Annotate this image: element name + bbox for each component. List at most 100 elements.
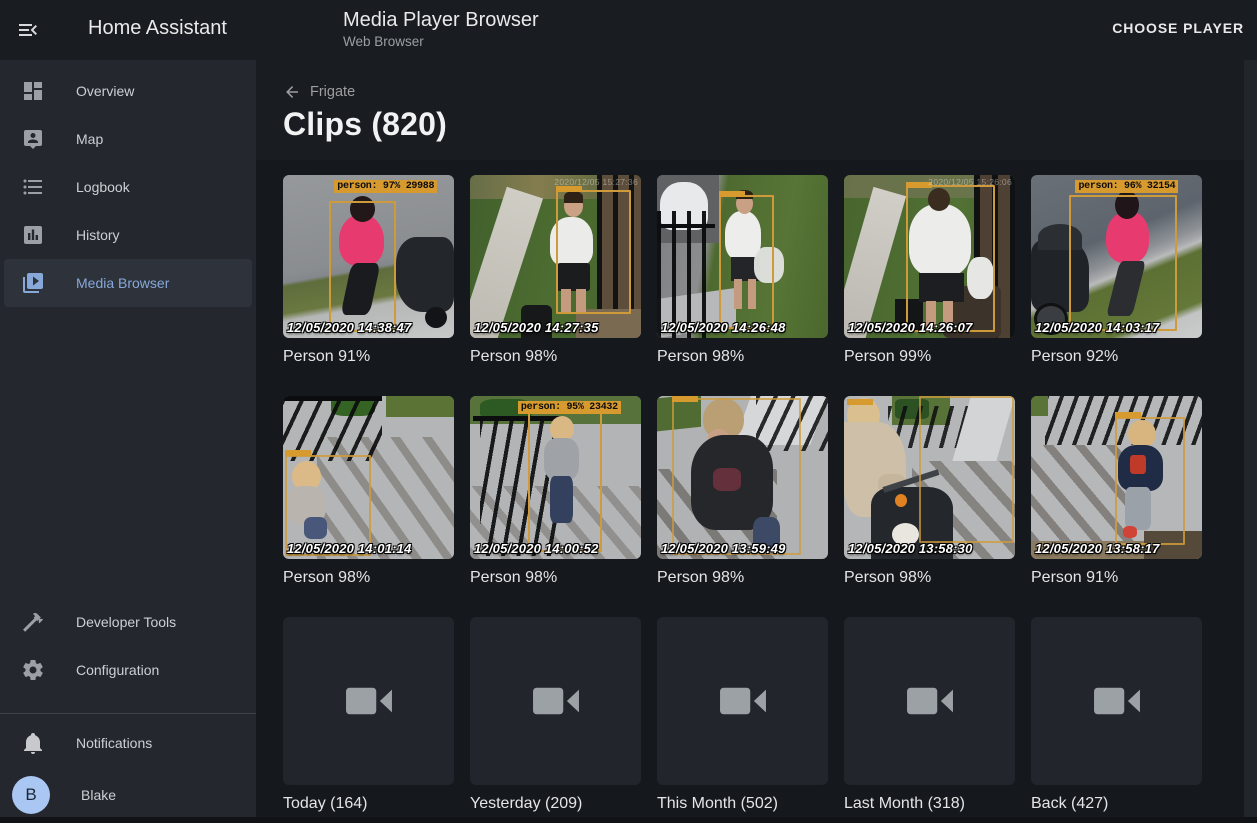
dashboard-icon xyxy=(21,79,45,103)
choose-player-button[interactable]: CHOOSE PLAYER xyxy=(1112,20,1244,36)
detection-bbox xyxy=(919,396,1014,543)
clip-card[interactable]: 2020/12/05 15:26:06 12/05/2020 14:26:07 … xyxy=(844,175,1015,367)
clip-timestamp: 12/05/2020 13:58:30 xyxy=(848,541,973,556)
clip-thumbnail: 2020/12/05 15:27:36 12/05/2020 14:27:35 xyxy=(470,175,641,338)
detection-bbox xyxy=(1115,417,1186,545)
folder-card-yesterday[interactable]: Yesterday (209) xyxy=(470,617,641,814)
clip-caption: Person 98% xyxy=(657,347,828,367)
folder-thumbnail xyxy=(844,617,1015,785)
app-title: Home Assistant xyxy=(88,17,227,40)
panel-subtitle: Web Browser xyxy=(343,33,539,51)
clip-timestamp: 12/05/2020 14:27:35 xyxy=(474,320,599,335)
video-camera-icon xyxy=(901,672,959,730)
folder-thumbnail xyxy=(1031,617,1202,785)
arrow-left-icon xyxy=(283,83,301,101)
clip-card[interactable]: 12/05/2020 13:58:30 Person 98% xyxy=(844,396,1015,588)
content-header: Frigate Clips (820) xyxy=(256,60,1257,160)
video-camera-icon xyxy=(340,672,398,730)
vertical-scrollbar[interactable] xyxy=(1244,60,1257,817)
sidebar: Overview Map Logbook History Media Brows… xyxy=(0,60,256,817)
clip-caption: Person 91% xyxy=(283,347,454,367)
sidebar-item-logbook[interactable]: Logbook xyxy=(0,163,256,211)
menu-open-icon xyxy=(16,18,40,42)
clip-timestamp: 12/05/2020 13:58:17 xyxy=(1035,541,1160,556)
sidebar-item-map[interactable]: Map xyxy=(0,115,256,163)
folder-thumbnail xyxy=(470,617,641,785)
clip-thumbnail: 12/05/2020 13:59:49 xyxy=(657,396,828,559)
clip-thumbnail: 12/05/2020 14:01:14 xyxy=(283,396,454,559)
clip-timestamp: 12/05/2020 14:26:48 xyxy=(661,320,786,335)
folder-card-today[interactable]: Today (164) xyxy=(283,617,454,814)
clip-card[interactable]: 2020/12/05 15:27:36 12/05/2020 14:27:35 … xyxy=(470,175,641,367)
sidebar-divider xyxy=(0,713,256,714)
detection-bbox xyxy=(906,185,996,332)
top-app-bar: Home Assistant Media Player Browser Web … xyxy=(0,0,1257,60)
clip-caption: Person 98% xyxy=(470,347,641,367)
detection-label-small xyxy=(556,186,582,192)
clip-timestamp: 12/05/2020 14:00:52 xyxy=(474,541,599,556)
clip-card[interactable]: 12/05/2020 13:59:49 Person 98% xyxy=(657,396,828,588)
folder-card-back[interactable]: Back (427) xyxy=(1031,617,1202,814)
home-assistant-app: Home Assistant Media Player Browser Web … xyxy=(0,0,1257,817)
camera-osd-text: 2020/12/05 15:26:06 xyxy=(928,177,1012,187)
avatar: B xyxy=(12,776,50,814)
clip-timestamp: 12/05/2020 14:03:17 xyxy=(1035,320,1160,335)
detection-bbox xyxy=(672,398,801,555)
clip-card[interactable]: person: 97% 29988 12/05/2020 14:38:47 Pe… xyxy=(283,175,454,367)
sidebar-item-label: Map xyxy=(76,131,103,147)
clip-card[interactable]: 12/05/2020 13:58:17 Person 91% xyxy=(1031,396,1202,588)
camera-osd-text: 2020/12/05 15:27:36 xyxy=(554,177,638,187)
play-box-multiple-icon xyxy=(21,271,45,295)
sidebar-item-notifications[interactable]: Notifications xyxy=(0,719,277,767)
folder-card-last-month[interactable]: Last Month (318) xyxy=(844,617,1015,814)
scene-shape xyxy=(386,396,454,417)
hammer-icon xyxy=(21,610,45,634)
folder-caption: Today (164) xyxy=(283,794,454,814)
user-name: Blake xyxy=(81,787,116,803)
panel-title-block: Media Player Browser Web Browser xyxy=(343,8,539,51)
scene-shape xyxy=(657,211,715,338)
clip-card[interactable]: 12/05/2020 14:01:14 Person 98% xyxy=(283,396,454,588)
sidebar-item-profile[interactable]: B Blake xyxy=(0,767,277,823)
detection-label-small xyxy=(1115,412,1141,418)
clip-timestamp: 12/05/2020 14:01:14 xyxy=(287,541,412,556)
scene-shape xyxy=(283,396,382,401)
video-camera-icon xyxy=(527,672,585,730)
clip-thumbnail: person: 96% 32154 12/05/2020 14:03:17 xyxy=(1031,175,1202,338)
folder-thumbnail xyxy=(283,617,454,785)
clip-timestamp: 12/05/2020 13:59:49 xyxy=(661,541,786,556)
sidebar-item-configuration[interactable]: Configuration xyxy=(0,646,277,694)
sidebar-item-history[interactable]: History xyxy=(0,211,256,259)
sidebar-item-overview[interactable]: Overview xyxy=(0,67,256,115)
clip-caption: Person 98% xyxy=(844,568,1015,588)
breadcrumb-label: Frigate xyxy=(310,84,355,100)
clip-caption: Person 98% xyxy=(283,568,454,588)
clip-thumbnail: 12/05/2020 14:26:48 xyxy=(657,175,828,338)
folder-card-this-month[interactable]: This Month (502) xyxy=(657,617,828,814)
folder-caption: Last Month (318) xyxy=(844,794,1015,814)
breadcrumb-back-link[interactable]: Frigate xyxy=(283,83,355,101)
clip-caption: Person 98% xyxy=(470,568,641,588)
sidebar-item-label: Media Browser xyxy=(76,275,169,291)
media-grid-container: person: 97% 29988 12/05/2020 14:38:47 Pe… xyxy=(256,160,1257,817)
clip-caption: Person 98% xyxy=(657,568,828,588)
clip-card[interactable]: person: 95% 23432 12/05/2020 14:00:52 Pe… xyxy=(470,396,641,588)
sidebar-item-media-browser[interactable]: Media Browser xyxy=(4,259,252,307)
gear-icon xyxy=(21,658,45,682)
account-marker-icon xyxy=(21,127,45,151)
sidebar-toggle-button[interactable] xyxy=(16,18,40,42)
media-grid: person: 97% 29988 12/05/2020 14:38:47 Pe… xyxy=(283,175,1202,814)
sidebar-item-label: Overview xyxy=(76,83,134,99)
sidebar-item-developer-tools[interactable]: Developer Tools xyxy=(0,598,277,646)
sidebar-nav: Overview Map Logbook History Media Brows… xyxy=(0,67,256,307)
clip-caption: Person 99% xyxy=(844,347,1015,367)
detection-bbox xyxy=(719,195,774,329)
detection-label-small xyxy=(847,399,873,405)
folder-thumbnail xyxy=(657,617,828,785)
bell-icon xyxy=(21,731,45,755)
clip-card[interactable]: 12/05/2020 14:26:48 Person 98% xyxy=(657,175,828,367)
clip-caption: Person 91% xyxy=(1031,568,1202,588)
clip-card[interactable]: person: 96% 32154 12/05/2020 14:03:17 Pe… xyxy=(1031,175,1202,367)
detection-label-small xyxy=(285,450,311,456)
clip-thumbnail: 12/05/2020 13:58:30 xyxy=(844,396,1015,559)
